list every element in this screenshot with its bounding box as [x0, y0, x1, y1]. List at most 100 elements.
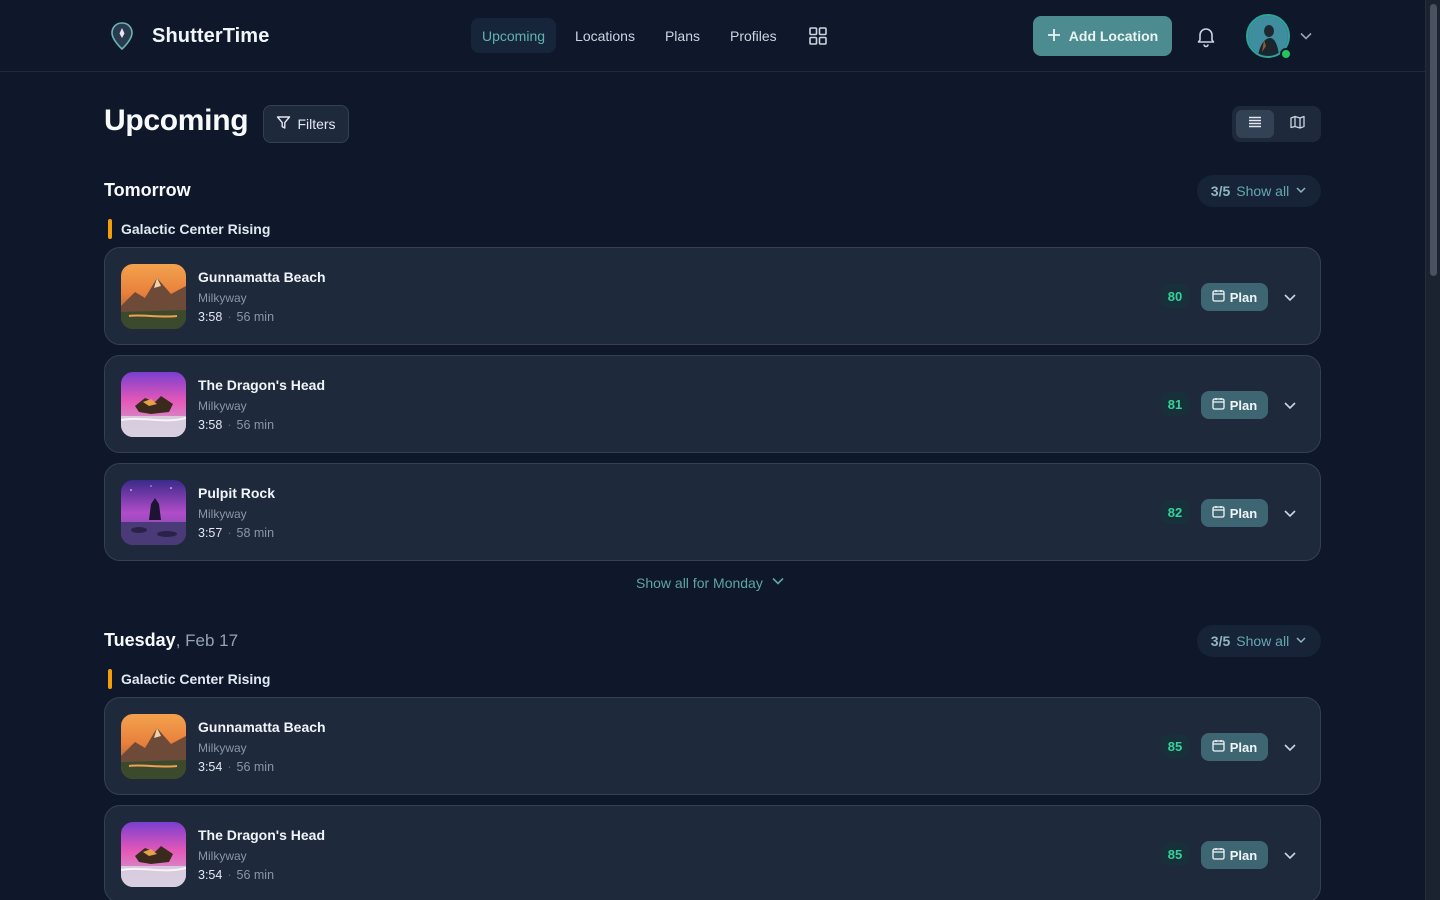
event-type: Milkyway: [198, 849, 247, 863]
view-toggle: [1232, 106, 1321, 142]
show-all-count: 3/5: [1210, 633, 1231, 649]
event-type: Milkyway: [198, 291, 247, 305]
location-pin-logo-icon: [108, 20, 136, 52]
location-card[interactable]: The Dragon's Head Milkyway 3:54 · 56 min 8…: [104, 805, 1321, 900]
list-icon: [1248, 115, 1262, 133]
event-time: 3:54 · 56 min: [198, 868, 275, 882]
nav-plans[interactable]: Plans: [654, 18, 711, 53]
main-nav: Upcoming Locations Plans Profiles: [471, 18, 836, 53]
scrollbar-thumb[interactable]: [1430, 4, 1437, 276]
event-name: Galactic Center Rising: [121, 671, 271, 687]
chevron-down-icon: [771, 574, 785, 591]
show-all-count: 3/5: [1210, 183, 1231, 199]
duration: 56 min: [236, 310, 275, 324]
calendar-icon: [1212, 289, 1225, 305]
location-card[interactable]: The Dragon's Head Milkyway 3:58 · 56 min 8…: [104, 355, 1321, 453]
filter-icon: [276, 115, 291, 133]
score-badge: 81: [1161, 392, 1189, 416]
plus-icon: [1047, 28, 1061, 45]
plan-button[interactable]: Plan: [1201, 499, 1268, 527]
nav-profiles[interactable]: Profiles: [719, 18, 788, 53]
apps-grid-icon[interactable]: [800, 18, 836, 53]
brand[interactable]: ShutterTime: [108, 20, 269, 52]
top-navigation-bar: ShutterTime Upcoming Locations Plans Pro…: [0, 0, 1425, 72]
chevron-down-icon[interactable]: [1281, 738, 1299, 756]
start-time: 3:58: [198, 418, 223, 432]
plan-button[interactable]: Plan: [1201, 283, 1268, 311]
location-thumbnail: [121, 714, 186, 779]
nav-locations[interactable]: Locations: [564, 18, 646, 53]
calendar-icon: [1212, 739, 1225, 755]
score-badge: 80: [1161, 284, 1189, 308]
map-view-button[interactable]: [1278, 110, 1316, 138]
event-name: Galactic Center Rising: [121, 221, 271, 237]
plan-label: Plan: [1229, 739, 1258, 755]
event-color-bar: [108, 219, 112, 239]
plan-button[interactable]: Plan: [1201, 733, 1268, 761]
location-name: The Dragon's Head: [198, 827, 326, 843]
day-name: Tuesday: [104, 630, 176, 650]
duration: 58 min: [236, 526, 275, 540]
start-time: 3:57: [198, 526, 223, 540]
location-thumbnail: [121, 372, 186, 437]
event-type: Milkyway: [198, 741, 247, 755]
event-type: Milkyway: [198, 399, 247, 413]
calendar-icon: [1212, 397, 1225, 413]
score-badge: 82: [1161, 500, 1189, 524]
add-location-button[interactable]: Add Location: [1033, 16, 1172, 56]
show-all-button[interactable]: 3/5 Show all: [1197, 175, 1321, 207]
show-all-label: Show all: [1236, 633, 1290, 649]
location-thumbnail: [121, 822, 186, 887]
plan-button[interactable]: Plan: [1201, 391, 1268, 419]
user-avatar-button[interactable]: [1246, 14, 1292, 60]
chevron-down-icon[interactable]: [1281, 288, 1299, 306]
show-all-label: Show all: [1236, 183, 1290, 199]
chevron-down-icon[interactable]: [1281, 396, 1299, 414]
location-name: The Dragon's Head: [198, 377, 326, 393]
location-name: Gunnamatta Beach: [198, 719, 326, 735]
event-time: 3:54 · 56 min: [198, 760, 275, 774]
show-more-label: Show all for Monday: [636, 574, 763, 591]
day-heading: Tuesday, Feb 17: [104, 630, 238, 651]
chevron-down-icon[interactable]: [1299, 29, 1313, 48]
score-badge: 85: [1161, 734, 1189, 758]
event-color-bar: [108, 669, 112, 689]
duration: 56 min: [236, 760, 275, 774]
calendar-icon: [1212, 847, 1225, 863]
start-time: 3:54: [198, 760, 223, 774]
location-name: Gunnamatta Beach: [198, 269, 326, 285]
event-time: 3:58 · 56 min: [198, 310, 275, 324]
event-time: 3:57 · 58 min: [198, 526, 275, 540]
plan-label: Plan: [1229, 847, 1258, 863]
show-all-for-day-link[interactable]: Show all for Monday: [636, 574, 785, 591]
app-name: ShutterTime: [152, 24, 270, 47]
list-view-button[interactable]: [1236, 110, 1274, 138]
show-all-button[interactable]: 3/5 Show all: [1197, 625, 1321, 657]
location-card[interactable]: Gunnamatta Beach Milkyway 3:54 · 56 min 85…: [104, 697, 1321, 795]
day-date: , Feb 17: [175, 631, 239, 650]
page-title: Upcoming: [104, 104, 249, 137]
location-card[interactable]: Pulpit Rock Milkyway 3:57 · 58 min 82 Plan: [104, 463, 1321, 561]
filters-button[interactable]: Filters: [263, 105, 349, 143]
start-time: 3:58: [198, 310, 223, 324]
start-time: 3:54: [198, 868, 223, 882]
score-badge: 85: [1161, 842, 1189, 866]
scrollbar[interactable]: [1425, 0, 1440, 900]
day-heading: Tomorrow: [104, 180, 191, 201]
plan-button[interactable]: Plan: [1201, 841, 1268, 869]
event-tag: Galactic Center Rising: [108, 669, 270, 689]
plan-label: Plan: [1229, 289, 1258, 305]
chevron-down-icon[interactable]: [1281, 846, 1299, 864]
plan-label: Plan: [1229, 397, 1258, 413]
nav-upcoming[interactable]: Upcoming: [471, 18, 557, 53]
chevron-down-icon[interactable]: [1281, 504, 1299, 522]
duration: 56 min: [236, 418, 275, 432]
chevron-down-icon: [1295, 183, 1307, 199]
location-card[interactable]: Gunnamatta Beach Milkyway 3:58 · 56 min 80…: [104, 247, 1321, 345]
location-name: Pulpit Rock: [198, 485, 276, 501]
filters-label: Filters: [297, 116, 336, 132]
event-tag: Galactic Center Rising: [108, 219, 270, 239]
bell-icon[interactable]: [1194, 24, 1218, 48]
event-type: Milkyway: [198, 507, 247, 521]
online-status-dot: [1280, 48, 1292, 60]
